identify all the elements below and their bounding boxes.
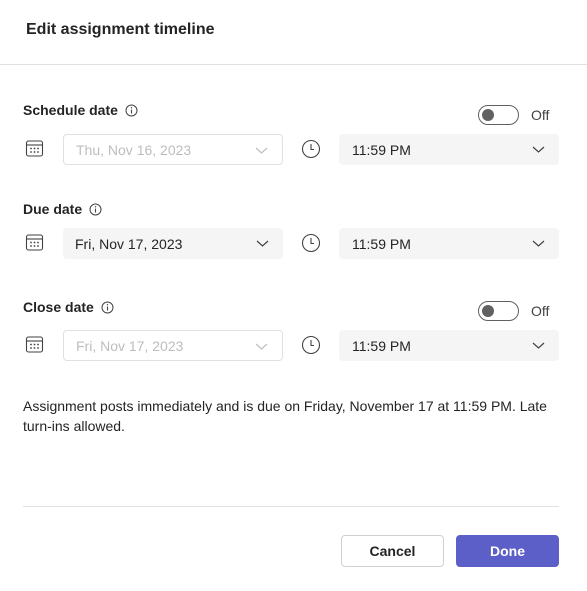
due-date-value: Fri, Nov 17, 2023	[75, 235, 183, 252]
toggle-knob	[482, 305, 494, 317]
schedule-time-value: 11:59 PM	[352, 141, 411, 158]
due-date-label-row: Due date	[23, 201, 102, 217]
schedule-time-picker[interactable]: 11:59 PM	[339, 134, 559, 165]
schedule-toggle-state: Off	[531, 107, 550, 123]
clock-icon	[301, 335, 321, 355]
info-icon[interactable]	[125, 104, 138, 117]
footer-divider	[23, 506, 559, 507]
schedule-toggle-group: Off	[478, 105, 549, 125]
toggle-knob	[482, 109, 494, 121]
due-date-label: Due date	[23, 201, 83, 217]
due-date-picker[interactable]: Fri, Nov 17, 2023	[63, 228, 283, 259]
close-time-value: 11:59 PM	[352, 337, 411, 354]
schedule-date-value: Thu, Nov 16, 2023	[76, 141, 192, 158]
info-icon[interactable]	[101, 301, 114, 314]
edit-timeline-dialog: Edit assignment timeline Schedule date O…	[0, 0, 587, 591]
calendar-icon	[25, 140, 44, 157]
chevron-down-icon	[532, 240, 545, 247]
chevron-down-icon	[255, 343, 268, 350]
schedule-date-picker[interactable]: Thu, Nov 16, 2023	[63, 134, 283, 165]
done-button[interactable]: Done	[456, 535, 559, 567]
header-divider	[0, 64, 587, 65]
chevron-down-icon	[256, 240, 269, 247]
close-toggle-state: Off	[531, 303, 550, 319]
close-date-picker[interactable]: Fri, Nov 17, 2023	[63, 330, 283, 361]
schedule-date-label: Schedule date	[23, 102, 118, 118]
close-toggle-group: Off	[478, 301, 549, 321]
schedule-date-label-row: Schedule date	[23, 102, 138, 118]
schedule-date-toggle[interactable]	[478, 105, 519, 125]
info-icon[interactable]	[89, 203, 102, 216]
close-date-value: Fri, Nov 17, 2023	[76, 337, 184, 354]
clock-icon	[301, 139, 321, 159]
due-time-picker[interactable]: 11:59 PM	[339, 228, 559, 259]
close-time-picker[interactable]: 11:59 PM	[339, 330, 559, 361]
clock-icon	[301, 233, 321, 253]
close-date-label: Close date	[23, 299, 94, 315]
due-time-value: 11:59 PM	[352, 235, 411, 252]
chevron-down-icon	[255, 147, 268, 154]
chevron-down-icon	[532, 146, 545, 153]
chevron-down-icon	[532, 342, 545, 349]
close-date-toggle[interactable]	[478, 301, 519, 321]
calendar-icon	[25, 234, 44, 251]
cancel-button[interactable]: Cancel	[341, 535, 444, 567]
calendar-icon	[25, 336, 44, 353]
close-date-label-row: Close date	[23, 299, 114, 315]
dialog-title: Edit assignment timeline	[26, 21, 215, 38]
timeline-summary: Assignment posts immediately and is due …	[23, 398, 547, 434]
